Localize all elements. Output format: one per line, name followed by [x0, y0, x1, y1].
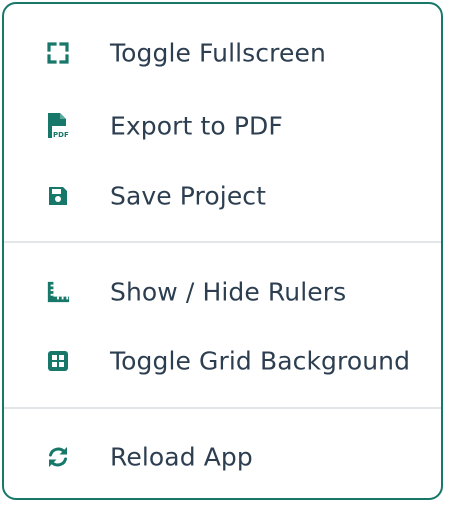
menu-divider: [4, 241, 441, 243]
save-icon: [46, 184, 70, 208]
menu-item-label: Toggle Grid Background: [110, 346, 411, 376]
menu-item-label: Show / Hide Rulers: [110, 277, 347, 307]
app-menu: Toggle Fullscreen PDF Export to PDF Save…: [2, 2, 443, 500]
menu-item-toggle-grid[interactable]: Toggle Grid Background: [4, 331, 441, 391]
grid-icon: [46, 349, 70, 373]
svg-text:PDF: PDF: [53, 131, 69, 139]
menu-item-label: Export to PDF: [110, 111, 283, 141]
menu-item-reload-app[interactable]: Reload App: [4, 427, 441, 487]
menu-item-toggle-fullscreen[interactable]: Toggle Fullscreen: [4, 23, 441, 83]
menu-divider: [4, 407, 441, 409]
menu-item-save-project[interactable]: Save Project: [4, 166, 441, 226]
menu-item-export-pdf[interactable]: PDF Export to PDF: [4, 96, 441, 156]
menu-item-label: Reload App: [110, 442, 253, 472]
ruler-icon: [46, 280, 70, 304]
fullscreen-icon: [46, 41, 70, 65]
menu-item-label: Save Project: [110, 181, 267, 211]
reload-icon: [46, 445, 70, 469]
menu-item-show-hide-rulers[interactable]: Show / Hide Rulers: [4, 262, 441, 322]
menu-item-label: Toggle Fullscreen: [110, 38, 326, 68]
pdf-file-icon: PDF: [46, 113, 70, 139]
